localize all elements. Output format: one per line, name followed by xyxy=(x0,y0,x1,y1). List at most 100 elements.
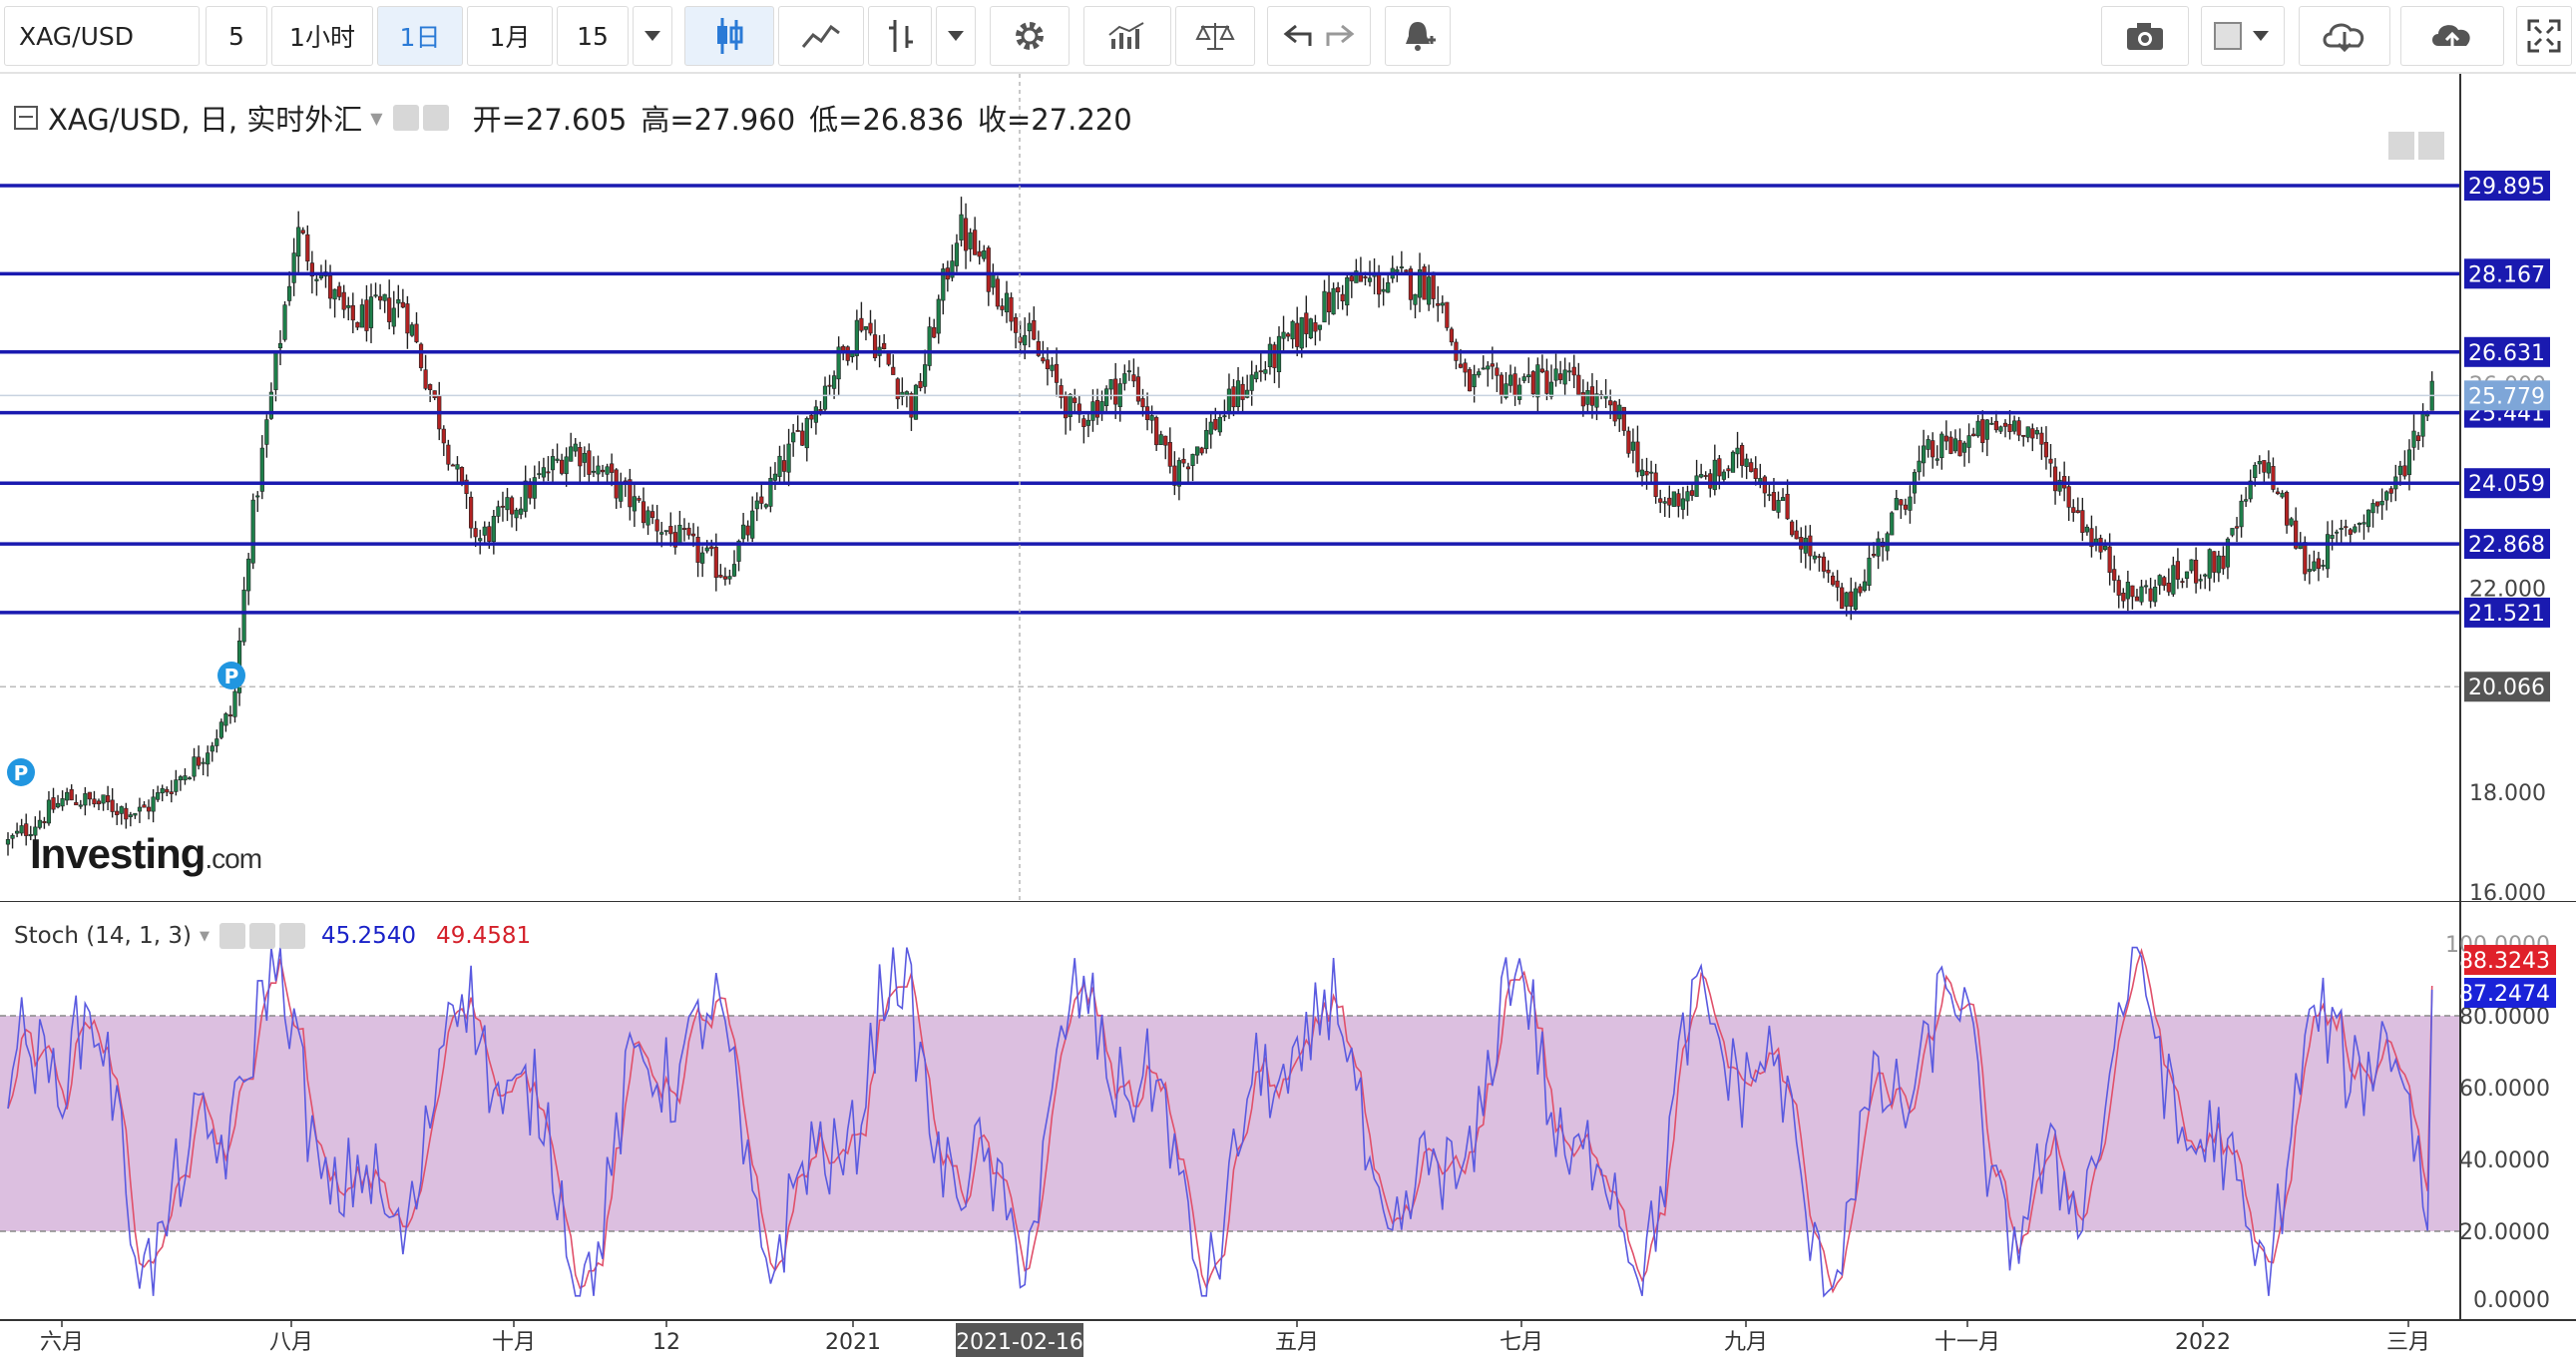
interval-1d-button[interactable]: 1日 xyxy=(377,6,463,66)
price-chart[interactable]: 22.00018.00016.00026.00020.06629.89528.1… xyxy=(0,74,2576,902)
interval-1mo-button[interactable]: 1月 xyxy=(467,6,553,66)
indicators-icon[interactable] xyxy=(1083,6,1171,66)
bar-chart-type-icon[interactable] xyxy=(868,6,932,66)
candle-body xyxy=(1440,302,1445,306)
fullscreen-icon[interactable] xyxy=(2516,6,2572,66)
candlestick-type-icon[interactable] xyxy=(684,6,774,66)
x-tick-label: 2021 xyxy=(825,1330,881,1355)
candle-body xyxy=(2321,565,2326,567)
candle-body xyxy=(1821,556,1827,572)
candle-body xyxy=(2194,559,2199,584)
candle-body xyxy=(1603,395,1608,399)
gear-icon[interactable] xyxy=(422,105,449,131)
candle-body xyxy=(1621,406,1626,431)
interval-5m-button[interactable]: 5 xyxy=(206,6,267,66)
line-chart-icon[interactable] xyxy=(778,6,864,66)
candle-body xyxy=(2339,528,2344,530)
stoch-title[interactable]: Stoch (14, 1, 3) xyxy=(14,923,192,949)
candle-body xyxy=(192,756,197,777)
candle-body xyxy=(1395,268,1400,272)
pivot-marker-icon[interactable]: P xyxy=(217,662,245,689)
candle-body xyxy=(1530,371,1535,395)
candle-body xyxy=(55,802,61,808)
candle-body xyxy=(473,528,478,538)
candle-body xyxy=(115,810,120,815)
legend-close: 收=27.220 xyxy=(977,103,1132,137)
scroll-down-icon[interactable] xyxy=(2388,132,2414,160)
stoch-k-value: 45.2540 xyxy=(320,923,417,949)
upload-cloud-icon[interactable] xyxy=(2400,6,2504,66)
candle-body xyxy=(2071,507,2076,513)
candle-body xyxy=(232,690,237,717)
interval-1h-button[interactable]: 1小时 xyxy=(271,6,373,66)
compare-scale-icon[interactable] xyxy=(1175,6,1255,66)
pivot-marker-icon[interactable]: P xyxy=(7,758,35,786)
candle-body xyxy=(1762,476,1767,494)
price-tick-label: 18.000 xyxy=(2469,781,2546,806)
candle-body xyxy=(1649,471,1654,474)
candle-body xyxy=(241,589,246,643)
candle-body xyxy=(65,791,70,801)
camera-icon[interactable] xyxy=(2101,6,2189,66)
candle-body xyxy=(1468,369,1473,392)
candle-body xyxy=(745,525,750,536)
settings-gear-icon[interactable] xyxy=(990,6,1070,66)
candle-body xyxy=(2134,596,2140,602)
eye-icon[interactable] xyxy=(392,105,419,131)
candle-body xyxy=(1463,362,1468,373)
candle-body xyxy=(291,252,296,283)
color-picker-button[interactable] xyxy=(2201,6,2285,66)
download-cloud-icon[interactable] xyxy=(2299,6,2390,66)
candle-body xyxy=(1943,435,1948,442)
candle-body xyxy=(450,464,456,467)
stoch-d-label: 88.3243 xyxy=(2459,949,2550,974)
candle-body xyxy=(1817,556,1822,559)
stoch-tick-label: 0.0000 xyxy=(2473,1288,2550,1313)
legend-title[interactable]: XAG/USD, 日, 实时外汇 xyxy=(48,97,362,139)
eye-icon[interactable] xyxy=(218,923,245,949)
interval-dropdown-chevron-icon[interactable] xyxy=(633,6,672,66)
candle-body xyxy=(74,801,79,806)
stochastic-chart[interactable]: 80.000060.000040.000020.00000.0000100.00… xyxy=(0,902,2576,1321)
candle-body xyxy=(1113,378,1118,405)
candle-body xyxy=(1427,276,1432,305)
candle-body xyxy=(2316,558,2322,570)
symbol-input[interactable]: XAG/USD xyxy=(4,6,200,66)
chart-type-dropdown-chevron-icon[interactable] xyxy=(936,6,976,66)
candle-body xyxy=(318,274,324,278)
candle-body xyxy=(963,218,969,251)
candle-body xyxy=(686,527,691,536)
candle-body xyxy=(1567,370,1572,373)
candle-body xyxy=(1108,379,1113,390)
scroll-options-icon[interactable] xyxy=(2418,132,2444,160)
candle-body xyxy=(396,299,401,304)
candle-body xyxy=(1831,575,1836,586)
candle-body xyxy=(1735,447,1740,455)
candle-body xyxy=(1635,441,1640,473)
undo-icon[interactable] xyxy=(1282,22,1314,50)
candle-body xyxy=(2157,575,2162,586)
candle-body xyxy=(137,806,143,812)
gear-icon[interactable] xyxy=(248,923,275,949)
interval-15-button[interactable]: 15 xyxy=(557,6,629,66)
candle-body xyxy=(2125,582,2130,600)
candle-body xyxy=(350,304,355,321)
candle-body xyxy=(1381,288,1386,292)
candle-body xyxy=(1553,368,1558,381)
close-icon[interactable] xyxy=(278,923,305,949)
candle-body xyxy=(2021,434,2026,437)
candle-body xyxy=(2121,593,2126,602)
x-tick-label: 六月 xyxy=(40,1330,84,1355)
alert-bell-icon[interactable] xyxy=(1385,6,1451,66)
legend-dropdown-icon[interactable]: ▼ xyxy=(370,109,382,128)
candle-body xyxy=(1222,415,1227,418)
candle-body xyxy=(1685,491,1690,502)
candle-body xyxy=(505,497,510,511)
x-tick-label: 七月 xyxy=(1500,1330,1543,1355)
candle-body xyxy=(1276,335,1282,373)
redo-icon[interactable] xyxy=(1324,22,1356,50)
candle-body xyxy=(1626,430,1631,454)
candle-body xyxy=(1104,388,1109,406)
collapse-icon[interactable] xyxy=(14,106,38,130)
stoch-dropdown-icon[interactable]: ▼ xyxy=(200,929,210,944)
